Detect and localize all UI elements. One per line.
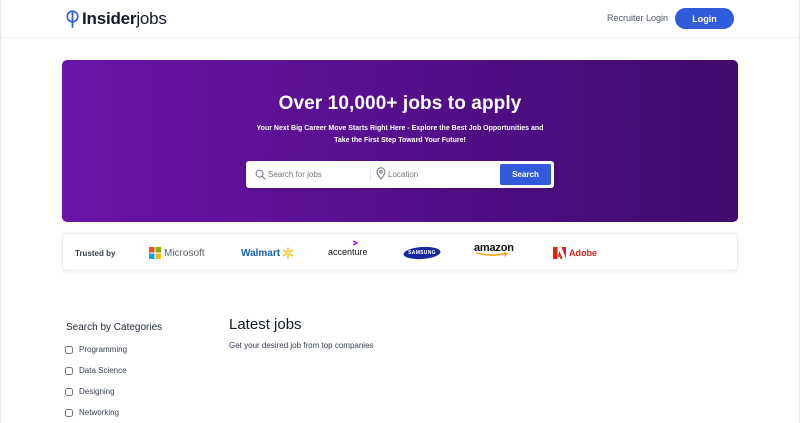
- hero-subtitle-line-2: Take the First Step Toward Your Future!: [334, 137, 466, 144]
- hero-subtitle-line-1: Your Next Big Career Move Starts Right H…: [256, 125, 544, 132]
- category-networking[interactable]: Networking: [65, 408, 119, 417]
- person-pin-icon: [66, 10, 79, 28]
- location-pin-icon: [376, 167, 386, 180]
- hero-banner: Over 10,000+ jobs to apply Your Next Big…: [62, 60, 738, 222]
- microsoft-text: Microsoft: [164, 247, 205, 259]
- accenture-chevron-icon: [352, 240, 359, 246]
- category-label: Networking: [79, 408, 120, 417]
- categories-heading: Search by Categories: [66, 322, 163, 333]
- category-designing[interactable]: Designing: [65, 387, 115, 396]
- category-programming[interactable]: Programming: [65, 345, 127, 354]
- microsoft-logo: Microsoft: [149, 243, 205, 263]
- trusted-by-bar: Trusted by Microsoft Walmart accenture S…: [62, 233, 738, 271]
- search-icon: [255, 169, 266, 180]
- walmart-logo: Walmart: [241, 243, 294, 263]
- hero-title: Over 10,000+ jobs to apply: [278, 93, 522, 114]
- logo-text: Insiderjobs: [82, 9, 167, 28]
- adobe-text: Adobe: [569, 248, 597, 258]
- trusted-by-label: Trusted by: [75, 249, 116, 258]
- top-navbar: Insiderjobs Recruiter Login Login: [0, 0, 800, 38]
- hero-subtitle: Your Next Big Career Move Starts Right H…: [62, 123, 738, 147]
- location-input[interactable]: [388, 166, 488, 182]
- login-button[interactable]: Login: [675, 8, 734, 29]
- search-button[interactable]: Search: [500, 164, 551, 185]
- category-label: Programming: [79, 345, 128, 354]
- category-checkbox[interactable]: [65, 387, 73, 396]
- site-logo[interactable]: Insiderjobs: [66, 9, 167, 29]
- recruiter-login-link[interactable]: Recruiter Login: [607, 13, 668, 23]
- latest-jobs-subtitle: Get your desired job from top companies: [229, 341, 374, 350]
- walmart-text: Walmart: [241, 247, 281, 259]
- search-divider: [370, 167, 371, 182]
- category-label: Designing: [79, 387, 115, 396]
- category-checkbox[interactable]: [65, 366, 73, 375]
- samsung-logo: SAMSUNG: [403, 243, 441, 263]
- walmart-spark-icon: [282, 247, 294, 259]
- category-label: Data Science: [79, 366, 127, 375]
- amazon-logo: amazon: [474, 242, 514, 262]
- adobe-logo: Adobe: [553, 243, 597, 263]
- adobe-icon: [553, 247, 566, 259]
- category-data-science[interactable]: Data Science: [65, 366, 127, 375]
- samsung-text: SAMSUNG: [408, 250, 436, 256]
- amazon-smile-icon: [476, 252, 509, 257]
- job-search-bar: Search: [246, 161, 554, 188]
- microsoft-icon: [149, 247, 161, 259]
- latest-jobs-heading: Latest jobs: [229, 316, 302, 333]
- job-search-input[interactable]: [268, 166, 368, 182]
- category-checkbox[interactable]: [65, 408, 73, 417]
- category-checkbox[interactable]: [65, 345, 73, 354]
- accenture-logo: accenture: [328, 240, 368, 260]
- accenture-text: accenture: [328, 247, 368, 257]
